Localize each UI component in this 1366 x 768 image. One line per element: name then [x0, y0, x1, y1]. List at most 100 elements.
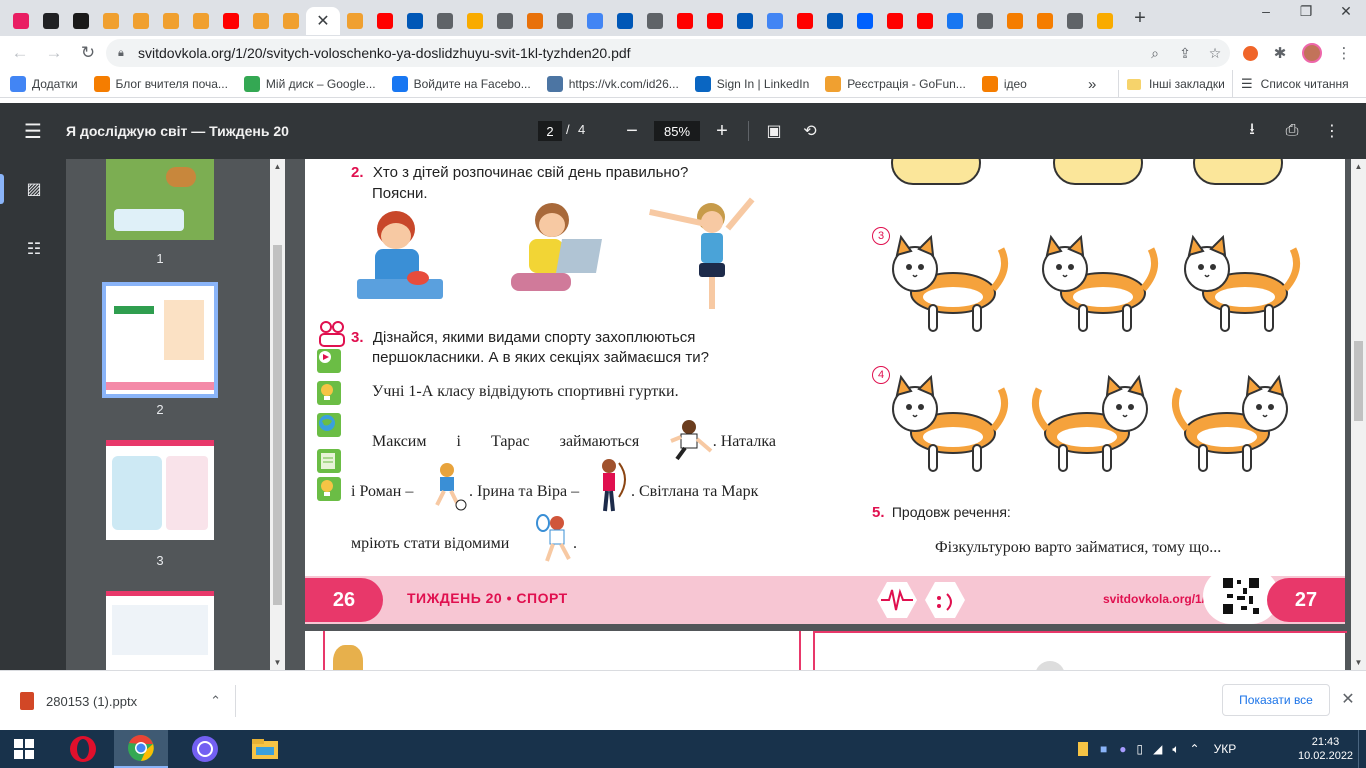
extensions-puzzle-icon[interactable]: ✱ [1266, 39, 1294, 67]
reload-button[interactable]: ↻ [74, 39, 102, 67]
lightbulb-icon[interactable] [317, 381, 341, 405]
back-button[interactable]: ← [6, 39, 34, 67]
browser-tab[interactable] [6, 7, 36, 35]
browser-tab[interactable] [940, 7, 970, 35]
pdf-more-icon[interactable]: ⋮ [1320, 119, 1344, 143]
globe-icon[interactable] [317, 413, 341, 437]
document-viewport[interactable]: 2. Хто з дітей розпочинає свій день прав… [285, 159, 1366, 670]
clock[interactable]: 21:43 10.02.2022 [1298, 730, 1353, 768]
bookmark-item[interactable]: ідео [981, 75, 1027, 92]
browser-tab[interactable] [910, 7, 940, 35]
browser-tab[interactable] [760, 7, 790, 35]
browser-tab[interactable] [96, 7, 126, 35]
page-number-input[interactable]: 2 [538, 121, 562, 141]
file-explorer-icon[interactable] [238, 730, 292, 768]
video-icon[interactable] [317, 349, 341, 373]
volume-tray-icon[interactable]: 🔈︎ [1172, 742, 1179, 757]
browser-tab[interactable] [1090, 7, 1120, 35]
thumbnails-view-icon[interactable]: ▨ [20, 175, 48, 203]
page-thumbnail-4[interactable] [106, 591, 214, 670]
profile-avatar[interactable] [1298, 39, 1326, 67]
rotate-icon[interactable]: ⟲ [798, 119, 822, 143]
zoom-out-button[interactable]: − [620, 119, 644, 143]
window-restore-button[interactable]: ❐ [1286, 0, 1326, 22]
fit-page-icon[interactable]: ▣ [762, 119, 786, 143]
bookmarks-more-button[interactable]: » [1088, 70, 1096, 98]
viber-tray-icon[interactable]: ● [1119, 742, 1126, 756]
zoom-in-button[interactable]: + [710, 119, 734, 143]
bookmark-item[interactable]: Войдите на Facebo... [391, 75, 531, 92]
reading-list[interactable]: ☰ Список читання [1232, 70, 1349, 98]
notebook-icon[interactable] [317, 449, 341, 473]
zoom-input[interactable]: 85% [654, 121, 700, 141]
other-bookmarks[interactable]: Інші закладки [1118, 70, 1225, 98]
page-thumbnail-3[interactable] [106, 440, 214, 540]
trident-tray-icon[interactable] [1078, 742, 1088, 756]
viber-icon[interactable] [178, 730, 232, 768]
browser-tab[interactable] [790, 7, 820, 35]
chevron-up-icon[interactable]: ⌃ [210, 693, 221, 709]
browser-tab[interactable] [156, 7, 186, 35]
language-indicator[interactable]: УКР [1214, 742, 1237, 756]
browser-tab[interactable] [460, 7, 490, 35]
browser-tab[interactable] [730, 7, 760, 35]
browser-tab[interactable] [430, 7, 460, 35]
show-all-downloads-button[interactable]: Показати все [1222, 684, 1330, 716]
browser-tab[interactable] [36, 7, 66, 35]
download-item[interactable]: 280153 (1).pptx ⌃ [14, 685, 236, 717]
browser-tab[interactable] [850, 7, 880, 35]
show-desktop-button[interactable] [1358, 730, 1366, 768]
browser-tab[interactable] [970, 7, 1000, 35]
star-icon[interactable]: ☆ [1200, 45, 1230, 62]
close-tab-icon[interactable]: ✕ [316, 11, 329, 31]
download-icon[interactable]: ⭳ [1240, 119, 1264, 143]
browser-tab[interactable] [520, 7, 550, 35]
windows-start-icon[interactable] [0, 730, 48, 768]
browser-tab[interactable] [370, 7, 400, 35]
browser-tab[interactable] [1000, 7, 1030, 35]
browser-tab[interactable] [820, 7, 850, 35]
new-tab-button[interactable]: + [1126, 4, 1154, 32]
active-tab[interactable]: ✕ [306, 7, 340, 35]
lightbulb-icon-2[interactable] [317, 477, 341, 501]
browser-tab[interactable] [580, 7, 610, 35]
browser-tab[interactable] [550, 7, 580, 35]
browser-tab[interactable] [340, 7, 370, 35]
bookmark-item[interactable]: Додатки [10, 75, 78, 92]
opera-icon[interactable] [56, 730, 110, 768]
phone-tray-icon[interactable]: ▯ [1137, 742, 1144, 756]
network-tray-icon[interactable]: ◢ [1153, 742, 1162, 756]
browser-tab[interactable] [186, 7, 216, 35]
bookmark-item[interactable]: Мій диск – Google... [243, 75, 376, 92]
page-thumbnail-1[interactable] [106, 159, 214, 240]
bookmark-item[interactable]: https://vk.com/id26... [546, 75, 679, 92]
bookmark-item[interactable]: Реєстрація - GoFun... [825, 75, 966, 92]
page-thumbnail-2[interactable] [102, 282, 218, 398]
bookmark-item[interactable]: Блог вчителя поча... [93, 75, 228, 92]
browser-tab[interactable] [216, 7, 246, 35]
browser-tab[interactable] [276, 7, 306, 35]
outline-view-icon[interactable]: ☷ [20, 235, 48, 263]
browser-tab[interactable] [1060, 7, 1090, 35]
browser-tab[interactable] [640, 7, 670, 35]
close-downloads-icon[interactable]: ✕ [1338, 689, 1358, 709]
share-icon[interactable]: ⇪ [1170, 45, 1200, 62]
browser-tab[interactable] [880, 7, 910, 35]
sidebar-scrollbar[interactable]: ▲ ▼ [270, 159, 285, 670]
window-minimize-button[interactable]: – [1246, 0, 1286, 22]
extension-icon[interactable] [1236, 39, 1264, 67]
browser-tab[interactable] [490, 7, 520, 35]
camera-tray-icon[interactable]: ■ [1100, 742, 1107, 756]
print-icon[interactable]: ⎙ [1280, 119, 1304, 143]
browser-tab[interactable] [400, 7, 430, 35]
browser-tab[interactable] [246, 7, 276, 35]
browser-tab[interactable] [610, 7, 640, 35]
address-bar[interactable]: 🔒︎ svitdovkola.org/1/20/svitych-volosche… [106, 39, 1230, 67]
hamburger-menu-icon[interactable]: ☰ [24, 119, 44, 144]
zoom-icon[interactable]: ⌕ [1140, 45, 1170, 62]
browser-tab[interactable] [1030, 7, 1060, 35]
browser-tab[interactable] [126, 7, 156, 35]
bookmark-item[interactable]: Sign In | LinkedIn [694, 75, 809, 92]
chevron-up-tray-icon[interactable]: ⌃ [1190, 742, 1200, 756]
document-scrollbar[interactable]: ▲ ▼ [1351, 159, 1366, 670]
